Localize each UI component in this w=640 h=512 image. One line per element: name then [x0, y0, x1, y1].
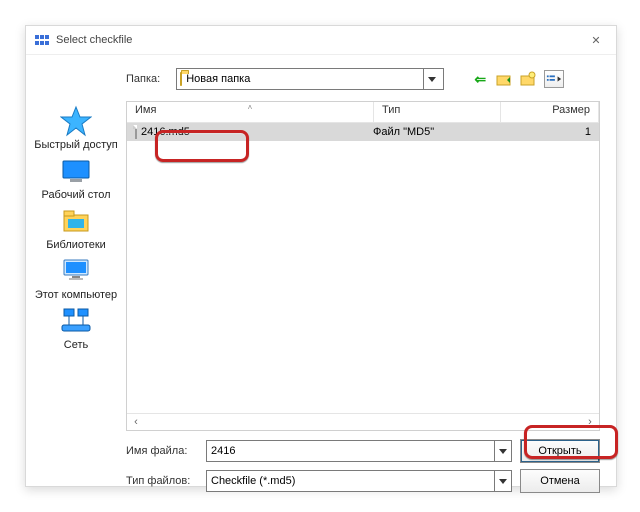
filetype-select[interactable]: Checkfile (*.md5) [206, 470, 512, 492]
file-icon [135, 126, 137, 138]
up-one-level-icon[interactable] [496, 71, 512, 87]
folder-label: Папка: [126, 73, 160, 85]
place-this-pc[interactable]: Этот компьютер [31, 255, 121, 301]
filetype-value: Checkfile (*.md5) [207, 475, 494, 487]
filename-label: Имя файла: [126, 445, 198, 457]
chevron-down-icon [499, 449, 507, 454]
file-type: Файл "MD5" [373, 126, 491, 138]
libraries-icon [60, 205, 92, 237]
new-folder-icon[interactable] [520, 71, 536, 87]
column-name[interactable]: Имя˄ [127, 102, 374, 122]
back-icon[interactable]: ⇐ [472, 71, 488, 87]
quick-access-icon [60, 105, 92, 137]
this-pc-icon [60, 255, 92, 287]
folder-combo[interactable]: Новая папка [176, 68, 444, 90]
close-icon: ✕ [591, 34, 600, 47]
chevron-down-icon [428, 77, 436, 82]
sort-asc-icon: ˄ [248, 103, 253, 112]
filename-input[interactable]: 2416 [206, 440, 512, 462]
scroll-left-icon[interactable]: ‹ [129, 416, 143, 428]
place-quick-access[interactable]: Быстрый доступ [31, 105, 121, 151]
views-button[interactable] [544, 70, 564, 88]
folder-dropdown-button[interactable] [423, 69, 440, 89]
column-type[interactable]: Тип [374, 102, 501, 122]
network-icon [60, 305, 92, 337]
open-button[interactable]: Открыть [520, 439, 600, 463]
desktop-icon [60, 155, 92, 187]
titlebar: Select checkfile ✕ [26, 26, 616, 55]
file-size: 1 [491, 126, 599, 138]
file-row[interactable]: 2416.md5 Файл "MD5" 1 [127, 123, 599, 141]
folder-current: Новая папка [186, 73, 423, 85]
cancel-button[interactable]: Отмена [520, 469, 600, 493]
place-libraries[interactable]: Библиотеки [31, 205, 121, 251]
place-network[interactable]: Сеть [31, 305, 121, 351]
window-title: Select checkfile [56, 34, 576, 46]
file-name: 2416.md5 [141, 126, 190, 138]
filetype-dropdown-button[interactable] [494, 471, 511, 491]
column-size[interactable]: Размер [501, 102, 599, 122]
open-file-dialog: Select checkfile ✕ Папка: Новая папка ⇐ [25, 25, 617, 487]
app-icon [34, 32, 50, 48]
filetype-label: Тип файлов: [126, 475, 198, 487]
chevron-down-icon [499, 479, 507, 484]
folder-icon [180, 73, 182, 85]
horizontal-scrollbar[interactable]: ‹ › [127, 413, 599, 430]
filename-dropdown-button[interactable] [494, 441, 511, 461]
filename-value: 2416 [207, 445, 494, 457]
scroll-right-icon[interactable]: › [583, 416, 597, 428]
places-bar: Быстрый доступ Рабочий стол Библиотеки Э… [26, 101, 126, 431]
close-button[interactable]: ✕ [576, 26, 616, 54]
file-list: Имя˄ Тип Размер 2416.md5 Файл "MD5" 1 ‹ … [126, 101, 600, 431]
column-headers[interactable]: Имя˄ Тип Размер [127, 102, 599, 123]
place-desktop[interactable]: Рабочий стол [31, 155, 121, 201]
